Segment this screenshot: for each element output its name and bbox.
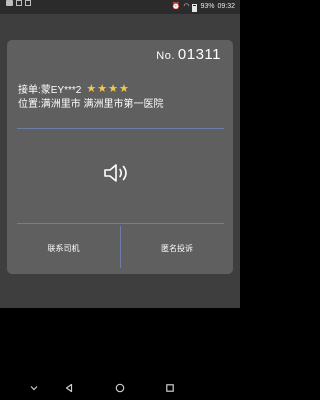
bottom-area <box>0 308 240 376</box>
wifi-icon: ◠ <box>183 3 190 10</box>
battery-percent: 93% <box>200 3 215 10</box>
battery-icon <box>192 4 198 12</box>
order-dialog: No. 01311 接单:蒙EY***2 ★★★★ 位置:满洲里市 满洲里市第一医… <box>7 40 233 274</box>
status-bar: ⏰ ◠ 93% 09:32 <box>0 0 240 14</box>
order-number: No. 01311 <box>156 46 221 63</box>
contact-driver-button[interactable]: 联系司机 <box>7 226 120 270</box>
status-left-icons <box>6 0 31 6</box>
photo-icon <box>16 0 22 6</box>
alarm-icon: ⏰ <box>171 3 181 10</box>
location-text: 位置:满洲里市 满洲里市第一医院 <box>18 99 164 110</box>
clock: 09:32 <box>217 3 235 10</box>
recents-icon[interactable] <box>165 383 175 393</box>
order-info: 接单:蒙EY***2 ★★★★ <box>18 81 130 96</box>
home-icon[interactable] <box>115 383 125 393</box>
anonymous-complaint-button[interactable]: 匿名投诉 <box>121 226 233 270</box>
order-number-value: 01311 <box>177 46 221 63</box>
divider-bottom <box>17 223 224 224</box>
sim-icon <box>6 0 13 6</box>
chevron-down-icon[interactable] <box>29 383 39 393</box>
divider-top <box>17 128 224 129</box>
order-number-prefix: No. <box>156 50 175 62</box>
app-icon <box>25 0 31 6</box>
order-label: 接单:蒙EY***2 <box>18 85 82 96</box>
speaker-icon[interactable] <box>103 162 131 184</box>
status-right: ⏰ ◠ 93% 09:32 <box>172 0 235 14</box>
back-icon[interactable] <box>64 383 74 393</box>
navigation-bar <box>0 376 240 400</box>
rating-stars: ★★★★ <box>86 83 130 95</box>
